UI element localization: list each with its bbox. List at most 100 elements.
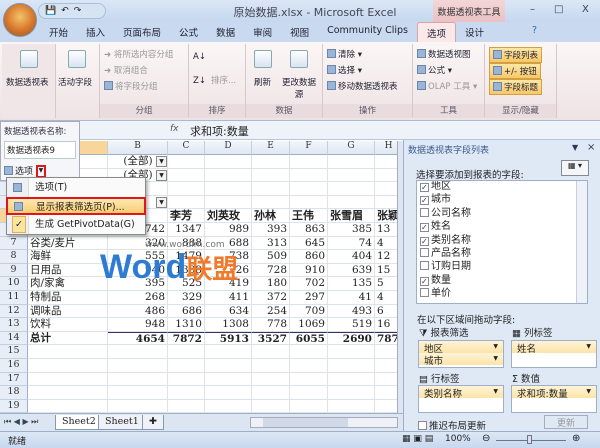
close-button[interactable]: X <box>582 4 589 15</box>
cell[interactable] <box>252 182 290 196</box>
horizontal-scrollbar[interactable] <box>250 417 398 428</box>
cell[interactable] <box>205 359 252 373</box>
value-cell[interactable]: 1347 <box>168 223 205 237</box>
values-zone[interactable]: 求和项:数量 <box>511 385 597 413</box>
cell[interactable] <box>168 345 205 359</box>
cell[interactable] <box>328 155 375 169</box>
cell[interactable] <box>168 372 205 387</box>
insert-sheet-icon[interactable]: ✚ <box>142 415 164 430</box>
value-cell[interactable]: 74 <box>328 236 375 251</box>
row-item-category[interactable]: 类别名称 <box>419 386 503 400</box>
value-cell[interactable]: 948 <box>108 318 168 332</box>
group-field-button[interactable]: 将字段分组 <box>104 80 158 92</box>
value-cell[interactable]: 688 <box>205 236 252 251</box>
cell[interactable] <box>328 345 375 359</box>
value-cell[interactable]: 486 <box>108 304 168 319</box>
cell[interactable] <box>252 345 290 359</box>
value-cell[interactable]: 702 <box>290 277 328 291</box>
value-cell[interactable]: 555 <box>108 250 168 264</box>
value-cell[interactable]: 634 <box>205 304 252 319</box>
value-cell[interactable]: 7872 <box>168 331 205 346</box>
cell[interactable] <box>28 386 108 400</box>
field-headers-toggle[interactable]: 字段标题 <box>489 79 543 95</box>
cell[interactable] <box>108 359 168 373</box>
filter-dropdown-button[interactable]: ▼ <box>156 156 167 167</box>
value-cell[interactable]: 1308 <box>168 263 205 278</box>
cell[interactable] <box>290 372 328 387</box>
value-cell[interactable]: 910 <box>290 263 328 278</box>
value-cell[interactable]: 419 <box>205 277 252 291</box>
cell[interactable] <box>205 372 252 387</box>
tab-view[interactable]: 视图 <box>281 22 318 42</box>
cell[interactable] <box>108 399 168 413</box>
cell[interactable] <box>28 372 108 387</box>
layout-options-button[interactable]: ▦ ▾ <box>561 160 589 176</box>
filter-item-region[interactable]: 地区 <box>419 341 503 355</box>
row-header[interactable]: 12 <box>0 304 28 319</box>
column-header-b[interactable]: B <box>108 141 168 155</box>
zoom-in-icon[interactable]: ⊕ <box>572 433 580 444</box>
cell[interactable] <box>108 345 168 359</box>
value-cell[interactable]: 180 <box>252 277 290 291</box>
value-cell[interactable]: 860 <box>290 250 328 264</box>
column-header-d[interactable]: D <box>205 141 252 155</box>
update-button[interactable]: 更新 <box>544 415 588 429</box>
filter-item-city[interactable]: 城市 <box>419 353 503 367</box>
sort-asc-icon[interactable]: A↓ <box>193 52 206 62</box>
cell[interactable] <box>290 155 328 169</box>
pivot-name-input[interactable]: 数据透视表9 <box>4 141 76 159</box>
value-cell[interactable]: 372 <box>252 291 290 305</box>
cell[interactable] <box>28 345 108 359</box>
value-cell[interactable]: 686 <box>168 304 205 319</box>
formulas-button[interactable]: 公式 ▾ <box>417 64 452 76</box>
cell[interactable] <box>290 345 328 359</box>
fx-icon[interactable]: fx <box>170 124 179 134</box>
row-header[interactable]: 13 <box>0 318 28 332</box>
value-cell[interactable]: 2690 <box>328 331 375 346</box>
column-header-g[interactable]: G <box>328 141 375 155</box>
cell[interactable] <box>205 386 252 400</box>
value-cell[interactable]: 778 <box>252 318 290 332</box>
row-header[interactable]: 9 <box>0 263 28 278</box>
tab-review[interactable]: 审阅 <box>244 22 281 42</box>
cell[interactable] <box>168 182 205 196</box>
report-filter-zone[interactable]: 地区城市 <box>418 340 504 368</box>
ungroup-button[interactable]: ➜ 取消组合 <box>104 64 148 76</box>
value-cell[interactable]: 385 <box>328 223 375 237</box>
cell[interactable] <box>252 195 290 210</box>
column-label-cell[interactable]: 刘英玫 <box>205 209 252 223</box>
value-cell[interactable]: 1479 <box>168 250 205 264</box>
value-cell[interactable]: 6055 <box>290 331 328 346</box>
cell[interactable] <box>168 399 205 413</box>
cell[interactable] <box>328 359 375 373</box>
tab-options[interactable]: 选项 <box>417 22 457 42</box>
value-cell[interactable]: 404 <box>328 250 375 264</box>
cell[interactable] <box>290 399 328 413</box>
cell[interactable] <box>328 195 375 210</box>
value-cell[interactable]: 509 <box>252 250 290 264</box>
cell[interactable] <box>328 372 375 387</box>
cell[interactable] <box>252 359 290 373</box>
cell[interactable] <box>290 386 328 400</box>
value-cell[interactable]: 268 <box>108 291 168 305</box>
cell[interactable] <box>28 359 108 373</box>
tab-formulas[interactable]: 公式 <box>170 22 207 42</box>
row-label-cell[interactable]: 日用品 <box>28 263 108 278</box>
row-header[interactable]: 10 <box>0 277 28 291</box>
value-cell[interactable]: 329 <box>168 291 205 305</box>
value-cell[interactable]: 888 <box>168 236 205 251</box>
pivot-table-button[interactable]: 数据透视表 <box>2 44 56 118</box>
column-label-cell[interactable]: 王伟 <box>290 209 328 223</box>
sheet-tab-sheet2[interactable]: Sheet2 <box>55 415 103 430</box>
cell[interactable] <box>252 399 290 413</box>
column-header-c[interactable]: C <box>168 141 205 155</box>
value-cell[interactable]: 393 <box>252 223 290 237</box>
zoom-slider-thumb[interactable] <box>527 435 532 444</box>
minimize-button[interactable]: – <box>530 4 535 15</box>
cell[interactable] <box>205 182 252 196</box>
cell[interactable] <box>168 168 205 183</box>
value-cell[interactable]: 863 <box>290 223 328 237</box>
expand-buttons-toggle[interactable]: +/- 按钮 <box>489 63 541 79</box>
sheet-tab-sheet1[interactable]: Sheet1 <box>98 415 146 430</box>
row-label-cell[interactable]: 肉/家禽 <box>28 277 108 291</box>
